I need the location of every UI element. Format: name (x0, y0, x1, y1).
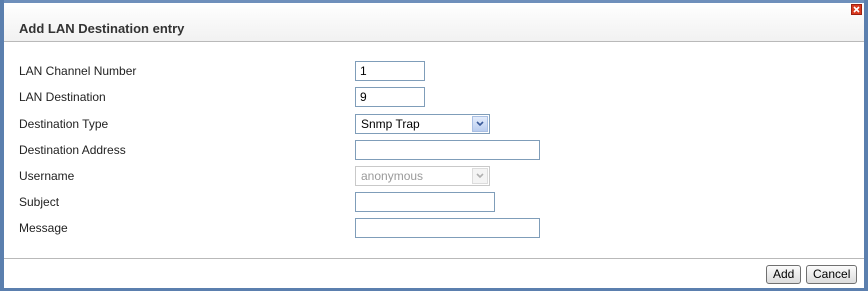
row-destination-type: Destination Type Snmp Trap (4, 111, 864, 137)
dialog-title: Add LAN Destination entry (19, 21, 185, 36)
username-value: anonymous (361, 169, 424, 183)
row-message: Message (4, 215, 864, 241)
lan-destination-input[interactable] (355, 87, 425, 107)
dialog-body: LAN Channel Number LAN Destination Desti… (4, 42, 864, 258)
destination-address-label: Destination Address (19, 143, 126, 157)
destination-type-select[interactable]: Snmp Trap (355, 114, 490, 134)
subject-label: Subject (19, 195, 60, 209)
row-lan-channel-number: LAN Channel Number (4, 58, 864, 84)
username-select: anonymous (355, 166, 490, 186)
dialog-frame-right (864, 0, 868, 291)
lan-channel-number-input[interactable] (355, 61, 425, 81)
row-destination-address: Destination Address (4, 137, 864, 163)
destination-address-input[interactable] (355, 140, 540, 160)
subject-input[interactable] (355, 192, 495, 212)
close-icon[interactable] (851, 4, 862, 15)
add-lan-destination-dialog: Add LAN Destination entry LAN Channel Nu… (0, 0, 868, 291)
row-subject: Subject (4, 189, 864, 215)
lan-channel-number-label: LAN Channel Number (19, 64, 137, 78)
dialog-footer: Add Cancel (4, 258, 864, 289)
message-label: Message (19, 221, 68, 235)
message-input[interactable] (355, 218, 540, 238)
destination-type-value: Snmp Trap (361, 117, 420, 131)
username-label: Username (19, 169, 75, 183)
destination-type-label: Destination Type (19, 117, 109, 131)
dialog-title-bar: Add LAN Destination entry (4, 3, 864, 42)
cancel-button[interactable]: Cancel (806, 265, 858, 284)
chevron-down-icon (472, 116, 488, 132)
lan-destination-label: LAN Destination (19, 90, 106, 104)
chevron-down-icon (472, 168, 488, 184)
row-lan-destination: LAN Destination (4, 84, 864, 110)
add-button[interactable]: Add (766, 265, 802, 284)
row-username: Username anonymous (4, 163, 864, 189)
